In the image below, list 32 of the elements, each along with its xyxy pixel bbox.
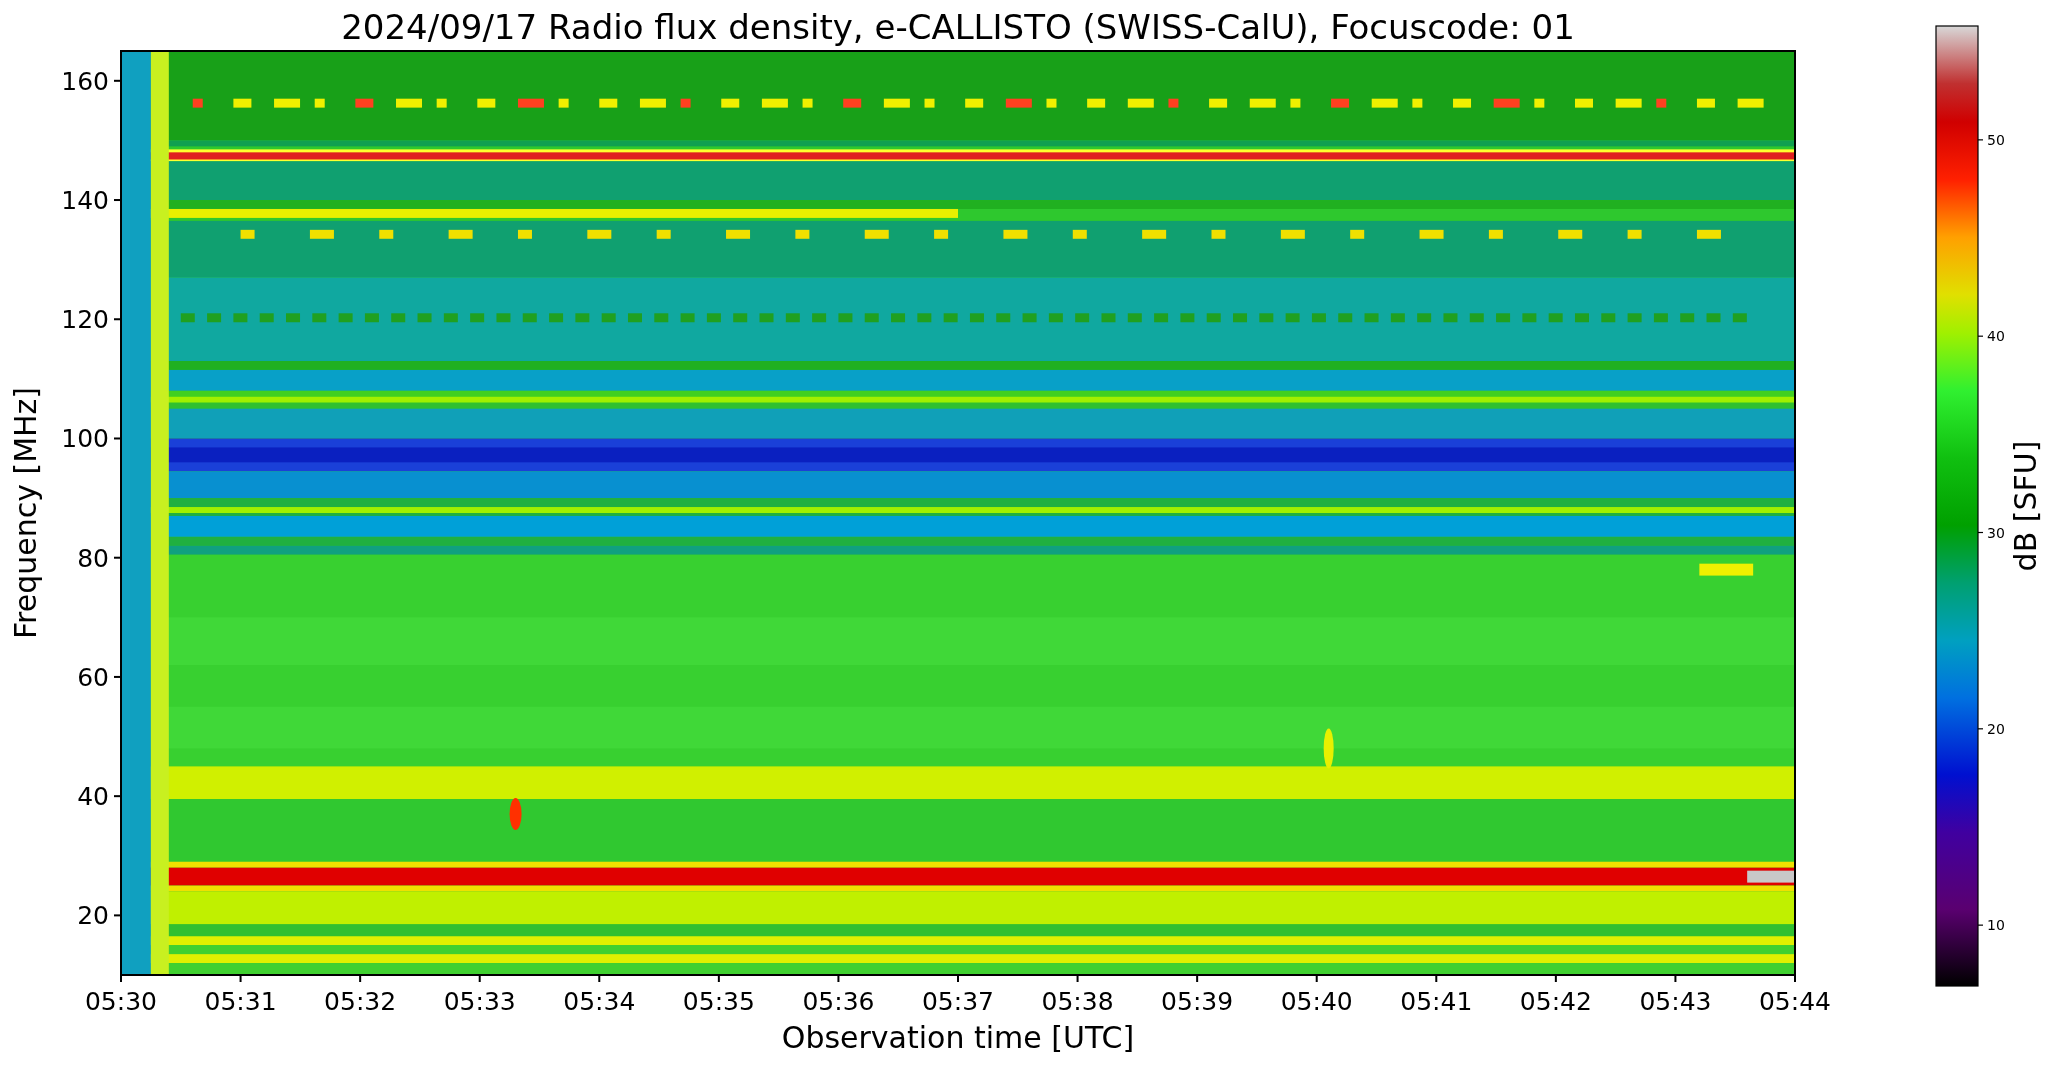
x-tick-label: 05:35: [682, 987, 755, 1016]
y-tick-label: 160: [61, 66, 109, 96]
y-tick-label: 40: [77, 782, 109, 812]
chart-title: 2024/09/17 Radio flux density, e-CALLISTO (SWISS-CalU), Focuscode: 01: [341, 7, 1575, 47]
colorbar-tick-label: 40: [1987, 328, 2005, 345]
y-tick-label: 20: [77, 901, 109, 931]
x-tick-label: 05:39: [1161, 987, 1234, 1016]
y-tick-label: 60: [77, 662, 109, 692]
x-tick-label: 05:33: [443, 987, 516, 1016]
y-tick-label: 80: [77, 543, 109, 573]
colorbar-tick-label: 10: [1987, 917, 2005, 934]
x-axis-label: Observation time [UTC]: [781, 1020, 1135, 1055]
colorbar-tick-label: 30: [1987, 524, 2005, 541]
x-tick-label: 05:30: [85, 987, 157, 1016]
x-tick-label: 05:34: [563, 987, 636, 1016]
x-tick-label: 05:42: [1519, 987, 1592, 1016]
x-tick-label: 05:40: [1280, 987, 1353, 1016]
colorbar-tick-label: 50: [1987, 131, 2005, 148]
colorbar-label: dB [SFU]: [2008, 440, 2043, 572]
x-tick-label: 05:43: [1639, 987, 1712, 1016]
x-tick-label: 05:31: [204, 987, 277, 1016]
y-tick-label: 100: [61, 424, 109, 454]
x-tick-label: 05:38: [1041, 987, 1114, 1016]
x-tick-label: 05:32: [324, 987, 397, 1016]
x-tick-label: 05:37: [922, 987, 994, 1016]
x-tick-label: 05:41: [1400, 987, 1473, 1016]
y-axis-label: Frequency [MHz]: [8, 386, 43, 640]
y-tick-label: 140: [61, 186, 109, 216]
x-tick-label: 05:44: [1759, 987, 1831, 1016]
colorbar-tick-label: 20: [1987, 720, 2005, 737]
y-tick-label: 120: [61, 305, 109, 335]
x-tick-label: 05:36: [802, 987, 875, 1016]
